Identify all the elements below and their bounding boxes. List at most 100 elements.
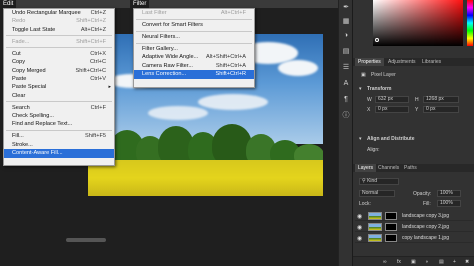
layer-mask-thumbnail[interactable] [385,212,397,220]
tab-libraries[interactable]: Libraries [419,58,444,66]
properties-tabbar: Properties Adjustments Libraries [353,58,474,66]
tab-channels[interactable]: Channels [375,164,402,172]
layer-thumbnail [368,223,382,231]
menu-item-camera-raw-filter[interactable]: Camera Raw Filter... Shift+Ctrl+A [134,62,254,70]
layers-tabbar: Layers Channels Paths [353,164,474,172]
menu-item-redo[interactable]: Redo Shift+Ctrl+Z [4,17,114,25]
opacity-label: Opacity: [413,191,432,197]
menu-separator [6,47,112,49]
layer-mask-thumbnail[interactable] [385,223,397,231]
menu-item-lens-correction[interactable]: Lens Correction... Shift+Ctrl+R [134,70,254,79]
menu-separator [6,130,112,132]
menu-separator [6,35,112,37]
color-picker-cursor[interactable] [375,38,379,42]
y-label: Y [415,107,419,113]
layers-footer: ∞ fx ▣ ◑ ▤ + ✖ [353,256,474,266]
swatches-icon[interactable]: ▦ [342,18,350,26]
new-layer-icon[interactable]: + [453,259,456,265]
menu-item-neural-filters[interactable]: Neural Filters... [134,33,254,41]
info-icon[interactable]: ⓘ [342,112,350,120]
eye-icon[interactable]: ◉ [357,213,362,220]
chevron-down-icon[interactable]: ▾ [359,86,362,92]
menu-item-last-filter[interactable]: Last Filter Alt+Ctrl+F [134,9,254,17]
menu-edit[interactable]: Edit [0,0,17,8]
panel-icon-strip: ✒ ▦ ◑ ▤ ☰ A ¶ ⓘ [338,0,352,266]
menu-item-toggle-last-state[interactable]: Toggle Last State Alt+Ctrl+Z [4,26,114,34]
submenu-arrow-icon: ▸ [108,84,111,91]
height-label: H [415,97,419,103]
layer-name[interactable]: copy landscape 1.jpg [402,235,449,241]
blend-mode-select[interactable]: Normal [359,190,395,197]
paragraph-icon[interactable]: ¶ [342,96,350,104]
x-label: X [367,107,371,113]
align-title: Align and Distribute [367,136,415,142]
pixel-layer-icon: ▣ [361,72,366,78]
menu-item-cut[interactable]: Cut Ctrl+X [4,50,114,58]
menu-item-clear[interactable]: Clear [4,92,114,100]
fill-field[interactable]: 100% [437,200,461,207]
layer-row[interactable]: ◉ landscape copy 2.jpg [355,222,473,232]
y-field[interactable]: 0 px [423,106,459,113]
tab-paths[interactable]: Paths [401,164,420,172]
color-picker-field[interactable] [373,0,463,46]
menu-item-adaptive-wide-angle[interactable]: Adaptive Wide Angle... Alt+Shift+Ctrl+A [134,53,254,61]
menu-item-content-aware-fill[interactable]: Content-Aware Fill... [4,149,114,158]
width-field[interactable]: 632 px [375,96,409,103]
tab-properties[interactable]: Properties [355,58,384,66]
layer-row[interactable]: ◉ landscape copy 3.jpg [355,211,473,221]
character-icon[interactable]: A [342,80,350,88]
layer-mask-thumbnail[interactable] [385,234,397,242]
tab-layers[interactable]: Layers [355,164,377,172]
x-field[interactable]: 0 px [375,106,409,113]
menu-item-stroke[interactable]: Stroke... [4,141,114,149]
layer-row[interactable]: ◉ copy landscape 1.jpg [355,233,473,243]
menu-separator [136,42,252,44]
menu-item-copy[interactable]: Copy Ctrl+C [4,58,114,66]
layer-thumbnail [368,212,382,220]
align-label: Align: [367,147,380,153]
menu-item-convert-smart-filters[interactable]: Convert for Smart Filters [134,21,254,29]
folder-icon[interactable]: ▤ [439,259,444,265]
hue-slider[interactable] [467,0,473,46]
menu-item-fill[interactable]: Fill... Shift+F5 [4,132,114,140]
layer-thumbnail [368,234,382,242]
menu-item-paste-special[interactable]: Paste Special ▸ [4,83,114,91]
right-panel: Properties Adjustments Libraries ▣ Pixel… [352,0,474,266]
eye-icon[interactable]: ◉ [357,235,362,242]
menu-item-fade[interactable]: Fade... Shift+Ctrl+F [4,38,114,46]
opacity-field[interactable]: 100% [437,190,461,197]
menu-filter[interactable]: Filter [130,0,150,8]
layer-type-label: Pixel Layer [371,72,396,78]
trash-icon[interactable]: ✖ [465,259,469,265]
edit-menu: Undo Rectangular Marquee Ctrl+Z Redo Shift… [3,8,115,166]
chevron-down-icon[interactable]: ▾ [359,136,362,142]
library-icon[interactable]: ▤ [342,48,350,56]
height-field[interactable]: 1268 px [423,96,459,103]
image-field [88,160,323,196]
horizontal-scrollbar[interactable] [66,238,106,242]
link-icon[interactable]: ∞ [383,259,387,265]
brush-icon[interactable]: ✒ [342,4,350,12]
eye-icon[interactable]: ◉ [357,224,362,231]
history-icon[interactable]: ☰ [342,64,350,72]
tab-adjustments[interactable]: Adjustments [385,58,419,66]
layer-name[interactable]: landscape copy 3.jpg [402,213,449,219]
fx-icon[interactable]: fx [397,259,401,265]
menu-item-search[interactable]: Search Ctrl+F [4,104,114,112]
menu-item-undo[interactable]: Undo Rectangular Marquee Ctrl+Z [4,9,114,17]
menu-item-find-replace[interactable]: Find and Replace Text... [4,120,114,128]
transform-title: Transform [367,86,392,92]
width-label: W [367,97,372,103]
adjust-icon[interactable]: ◑ [342,32,350,40]
layer-filter-kind[interactable]: ⚲ Kind [359,178,399,185]
adjustment-layer-icon[interactable]: ◑ [425,259,428,265]
menu-item-copy-merged[interactable]: Copy Merged Shift+Ctrl+C [4,67,114,75]
filter-menu: Last Filter Alt+Ctrl+F Convert for Smart … [133,8,255,88]
menu-item-filter-gallery[interactable]: Filter Gallery... [134,45,254,53]
menu-separator [136,18,252,20]
mask-icon[interactable]: ▣ [411,259,416,265]
menu-item-paste[interactable]: Paste Ctrl+V [4,75,114,83]
menu-item-check-spelling[interactable]: Check Spelling... [4,112,114,120]
menu-separator [136,30,252,32]
layer-name[interactable]: landscape copy 2.jpg [402,224,449,230]
